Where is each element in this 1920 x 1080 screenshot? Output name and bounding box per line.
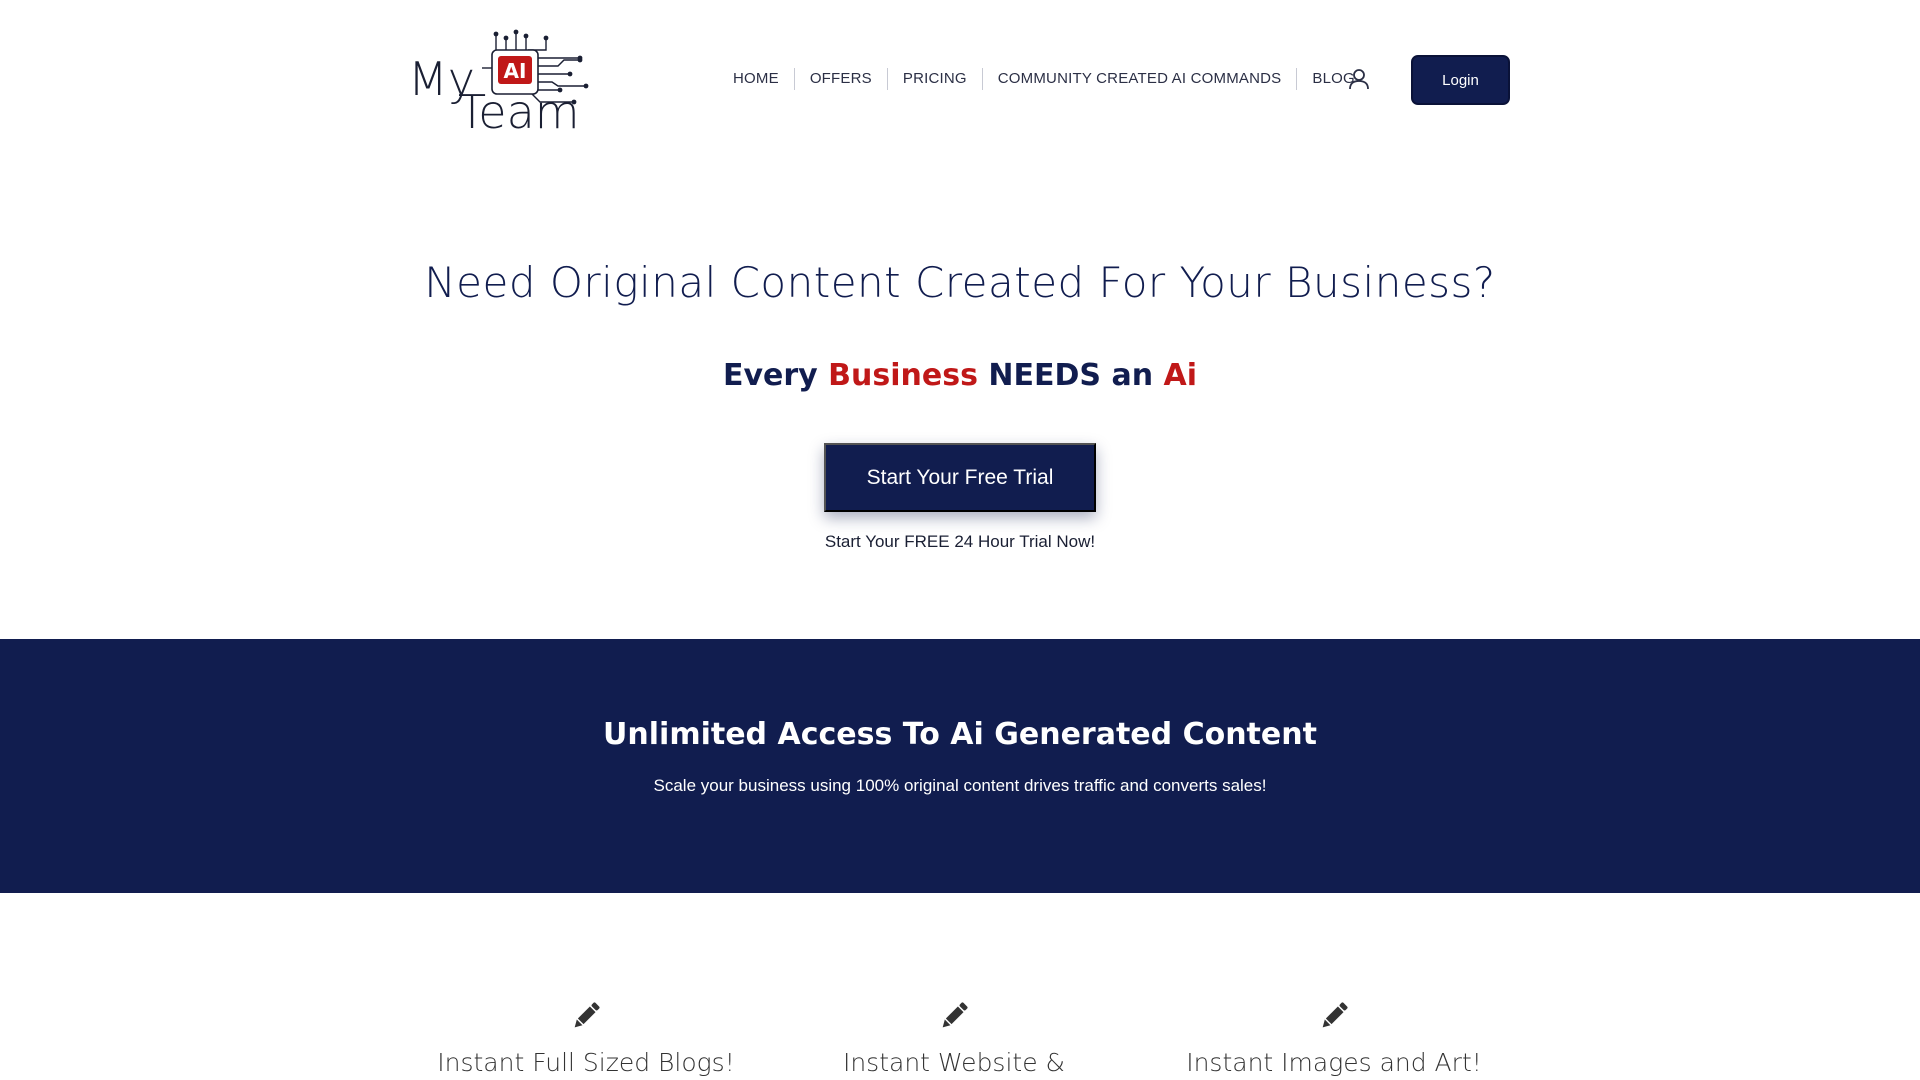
feature-title: Instant Website & xyxy=(842,1048,1066,1077)
pencil-icon xyxy=(942,1002,968,1028)
subtitle-text: Every xyxy=(722,358,829,393)
logo-image: AI My Team xyxy=(408,29,589,132)
unlimited-access-banner: Unlimited Access To Ai Generated Content… xyxy=(0,639,1920,893)
feature-title: Instant Full Sized Blogs! xyxy=(437,1048,735,1077)
nav-item-home[interactable]: HOME xyxy=(718,68,794,90)
feature-website: Instant Website & xyxy=(774,998,1134,1077)
nav-item-community-commands[interactable]: COMMUNITY CREATED AI COMMANDS xyxy=(983,68,1297,90)
nav-item-offers[interactable]: OFFERS xyxy=(795,68,887,90)
login-button[interactable]: Login xyxy=(1411,55,1510,105)
trial-note: Start Your FREE 24 Hour Trial Now! xyxy=(824,532,1096,551)
hero-subtitle: Every Business NEEDS an Ai xyxy=(0,358,1920,393)
banner-text: Scale your business using 100% original … xyxy=(653,776,1267,795)
banner-title: Unlimited Access To Ai Generated Content xyxy=(603,717,1317,752)
site-header: AI My Team HOME OFFERS PRICING COMMUNITY… xyxy=(0,0,1920,160)
main-nav: HOME OFFERS PRICING COMMUNITY CREATED AI… xyxy=(718,66,1370,92)
svg-text:AI: AI xyxy=(504,59,527,83)
pencil-icon xyxy=(574,1002,600,1028)
svg-text:Team: Team xyxy=(458,85,580,132)
start-free-trial-button[interactable]: Start Your Free Trial xyxy=(824,443,1096,512)
feature-title: Instant Images and Art! xyxy=(1186,1048,1482,1077)
pencil-icon xyxy=(1322,1002,1348,1028)
nav-item-pricing[interactable]: PRICING xyxy=(888,68,982,90)
feature-blogs: Instant Full Sized Blogs! xyxy=(406,998,766,1077)
site-logo[interactable]: AI My Team xyxy=(408,28,604,132)
feature-images: Instant Images and Art! xyxy=(1154,998,1514,1077)
subtitle-text: NEEDS an xyxy=(977,358,1164,393)
user-icon[interactable] xyxy=(1346,66,1372,92)
hero-title: Need Original Content Created For Your B… xyxy=(424,258,1496,307)
subtitle-accent: Business xyxy=(828,358,978,393)
subtitle-accent: Ai xyxy=(1163,358,1198,393)
